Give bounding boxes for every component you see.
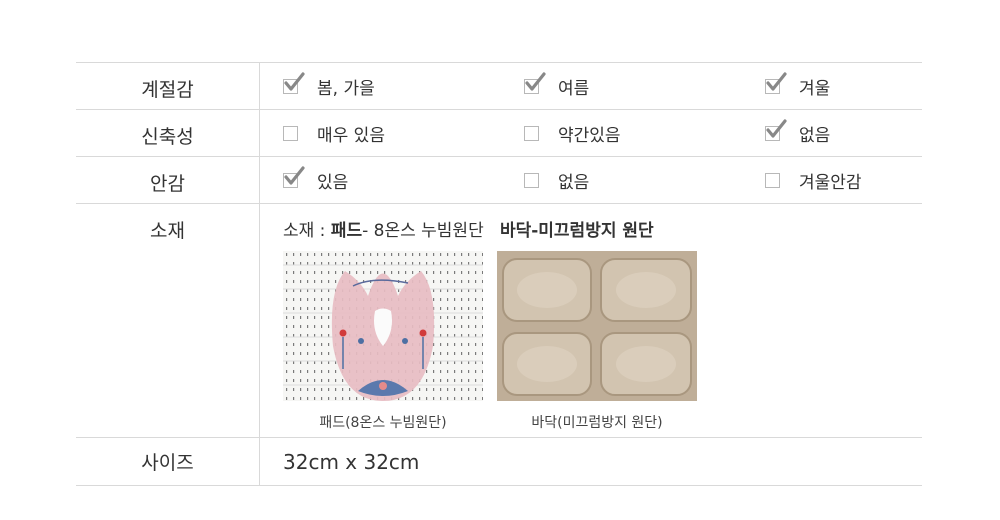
option-winter-lining: 겨울안감 (765, 157, 862, 203)
checked-checkbox-icon (283, 71, 305, 94)
size-row: 사이즈 32cm x 32cm (76, 438, 922, 486)
option-winter: 겨울 (765, 63, 830, 109)
season-label: 계절감 (76, 63, 260, 109)
option-label: 봄, 가을 (317, 78, 375, 99)
material-title: 소재 : 패드- 8온스 누빔원단 바닥-미끄럼방지 원단 (283, 216, 711, 241)
option-very-stretchy: 매우 있음 (283, 110, 385, 156)
option-summer: 여름 (524, 63, 589, 109)
empty-checkbox-icon (765, 172, 780, 188)
checked-checkbox-icon (283, 165, 305, 188)
pad-fabric-image (283, 251, 483, 401)
swatches: 패드(8온스 누빔원단) 바닥(미끄럼방지 원단) (283, 251, 711, 432)
option-label: 겨울안감 (799, 172, 862, 193)
material-content: 소재 : 패드- 8온스 누빔원단 바닥-미끄럼방지 원단 패드(8온스 누빔원… (260, 204, 922, 437)
lining-options: 있음 없음 겨울안감 (260, 157, 922, 203)
material-label: 소재 (76, 204, 260, 437)
option-label: 약간있음 (558, 125, 621, 146)
option-spring-fall: 봄, 가을 (283, 63, 375, 109)
material-pad-rest: - 8온스 누빔원단 (362, 221, 484, 241)
lining-label: 안감 (76, 157, 260, 203)
empty-checkbox-icon (524, 172, 539, 188)
empty-checkbox-icon (283, 125, 298, 141)
checked-checkbox-icon (765, 71, 787, 94)
option-slightly-stretchy: 약간있음 (524, 110, 621, 156)
floor-fabric-image (497, 251, 697, 401)
stretch-label: 신축성 (76, 110, 260, 156)
option-no-lining: 없음 (524, 157, 589, 203)
lining-row: 안감 있음 없음 겨울안감 (76, 157, 922, 204)
season-row: 계절감 봄, 가을 여름 겨울 (76, 63, 922, 110)
stretch-row: 신축성 매우 있음 약간있음 없음 (76, 110, 922, 157)
option-label: 없음 (799, 125, 831, 146)
floor-swatch: 바닥(미끄럼방지 원단) (497, 251, 697, 432)
material-floor-bold: 바닥 (499, 221, 532, 241)
option-no-stretch: 없음 (765, 110, 830, 156)
pad-caption: 패드(8온스 누빔원단) (319, 415, 447, 431)
option-label: 없음 (558, 172, 590, 193)
empty-checkbox-icon (524, 125, 539, 141)
material-floor-rest: -미끄럼방지 원단 (531, 221, 654, 241)
spec-table: 계절감 봄, 가을 여름 겨울 신축성 매우 있음 약간있음 없음 안감 있음 … (76, 62, 922, 486)
material-title-prefix: 소재 : (283, 221, 331, 241)
season-options: 봄, 가을 여름 겨울 (260, 63, 922, 109)
material-pad-bold: 패드 (330, 221, 363, 241)
floor-caption: 바닥(미끄럼방지 원단) (531, 415, 663, 431)
option-label: 겨울 (799, 78, 831, 99)
option-label: 여름 (558, 78, 590, 99)
material-row: 소재 소재 : 패드- 8온스 누빔원단 바닥-미끄럼방지 원단 패드(8온스 … (76, 204, 922, 438)
option-has-lining: 있음 (283, 157, 348, 203)
option-label: 매우 있음 (317, 125, 385, 146)
size-value: 32cm x 32cm (283, 449, 420, 474)
pad-swatch: 패드(8온스 누빔원단) (283, 251, 483, 432)
size-label: 사이즈 (76, 438, 260, 485)
option-label: 있음 (317, 172, 349, 193)
checked-checkbox-icon (524, 71, 546, 94)
stretch-options: 매우 있음 약간있음 없음 (260, 110, 922, 156)
checked-checkbox-icon (765, 118, 787, 141)
